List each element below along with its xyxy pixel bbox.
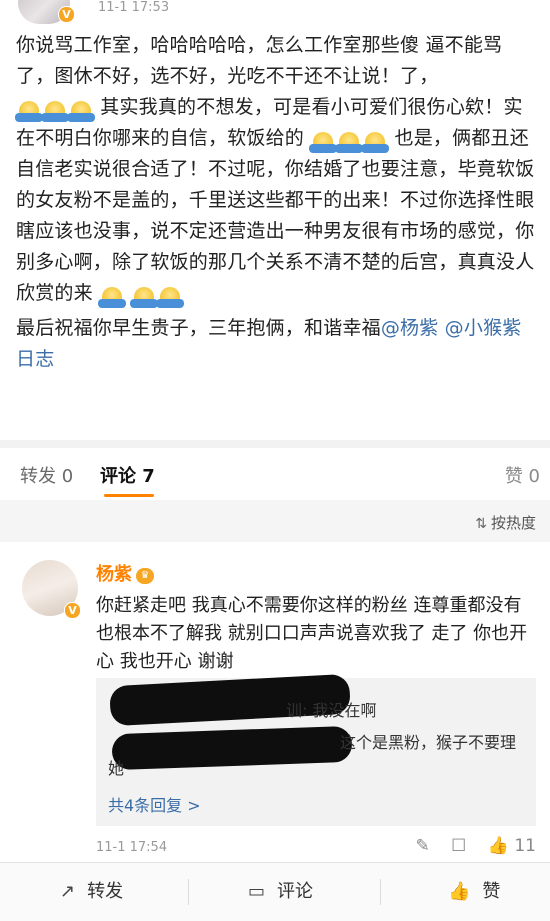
sort-by-hot-button[interactable]: ⇅ 按热度: [475, 512, 536, 533]
replies-box[interactable]: 训: 我没在啊 这个是黑粉，猴子不要理她 共4条回复 >: [96, 673, 536, 826]
doge-emoji-icon: e: [335, 132, 364, 153]
divider: [380, 879, 381, 905]
doge-emoji-icon: e: [361, 132, 390, 153]
reply-item: 这个是黑粉，猴子不要理她: [108, 730, 528, 782]
tab-comment[interactable]: 评论 7: [100, 462, 155, 488]
reply-icon[interactable]: ☐: [451, 836, 466, 856]
post-body: 你说骂工作室，哈哈哈哈哈，怎么工作室那些傻 逼不能骂了，图休不好，选不好，光吃不…: [15, 30, 538, 379]
edit-icon[interactable]: ✎: [415, 836, 429, 856]
sort-label: 按热度: [490, 514, 536, 532]
doge-emoji-icon: e: [309, 132, 338, 153]
comment-button[interactable]: ▭ 评论: [248, 877, 313, 903]
tab-repost[interactable]: 转发 0: [20, 462, 73, 488]
sort-icon: ⇅: [475, 516, 487, 532]
view-more-replies-link[interactable]: 共4条回复 >: [108, 792, 201, 816]
like-button[interactable]: 👍 赞: [448, 877, 500, 903]
comment-text: 你赶紧走吧 我真心不需要你这样的粉丝 连尊重都没有 也根本不了解我 就别口口声声…: [96, 595, 528, 672]
post-paragraph-2: 最后祝福你早生贵子，三年抱俩，和谐幸福@杨紫 @小猴紫日志: [16, 313, 538, 375]
comment-actions: ✎ ☐ 👍 11: [415, 836, 536, 856]
bottom-action-bar: ↗ 转发 ▭ 评论 👍 赞: [0, 862, 550, 921]
post-timestamp: 11-1 17:53: [98, 0, 170, 15]
repost-label: 转发: [87, 881, 124, 902]
like-label: 赞: [482, 881, 501, 902]
crown-badge-icon: ♛: [136, 568, 154, 584]
thumbs-up-icon: 👍: [448, 881, 471, 902]
verified-badge-icon: V: [64, 602, 81, 619]
post-paragraph-1: 你说骂工作室，哈哈哈哈哈，怎么工作室那些傻 逼不能骂了，图休不好，选不好，光吃不…: [15, 30, 538, 309]
reply-item: 训: 我没在啊: [108, 698, 528, 724]
doge-emoji-icon: e: [41, 101, 69, 122]
commenter-name-text: 杨紫: [96, 564, 132, 585]
post-header: V 11-1 17:53: [0, 0, 550, 30]
mention-link[interactable]: @杨紫: [381, 317, 439, 339]
commenter-name[interactable]: 杨紫 ♛: [96, 560, 154, 586]
repost-button[interactable]: ↗ 转发: [60, 877, 123, 903]
doge-emoji-icon: e: [67, 101, 95, 122]
reply-text: 这个是黑粉，猴子不要理她: [108, 733, 517, 778]
active-tab-indicator: [104, 494, 154, 497]
sort-bar: ⇅ 按热度: [0, 500, 550, 542]
doge-emoji-icon: e: [98, 287, 127, 308]
post-text-part-a: 你说骂工作室，哈哈哈哈哈，怎么工作室那些傻 逼不能骂了，图休不好，选不好，光吃不…: [16, 34, 503, 87]
comment-timestamp: 11-1 17:54: [96, 840, 168, 855]
post-closing-text: 最后祝福你早生贵子，三年抱俩，和谐幸福: [16, 317, 381, 339]
share-icon: ↗: [60, 881, 76, 902]
comment-icon: ▭: [248, 881, 266, 902]
doge-emoji-icon: e: [156, 287, 185, 308]
divider: [188, 879, 189, 905]
like-icon[interactable]: 👍: [488, 836, 509, 856]
comment-item: V 杨紫 ♛ 你赶紧走吧 我真心不需要你这样的粉丝 连尊重都没有 也根本不了解我 …: [0, 548, 550, 856]
tab-like[interactable]: 赞 0: [505, 462, 540, 488]
post-tabs: 转发 0 评论 7 赞 0: [0, 440, 550, 504]
comment-label: 评论: [277, 881, 314, 902]
doge-emoji-icon: e: [130, 287, 159, 308]
post-text-part-c: 也是，俩都丑还自信老实说很合适了！不过呢，你结婚了也要注意，毕竟软饭的女友粉不是…: [16, 127, 535, 304]
verified-badge-icon: V: [58, 6, 75, 23]
doge-emoji-icon: e: [15, 101, 43, 122]
reply-text: 训: 我没在啊: [286, 701, 377, 720]
comment-like-count: 11: [514, 836, 536, 856]
